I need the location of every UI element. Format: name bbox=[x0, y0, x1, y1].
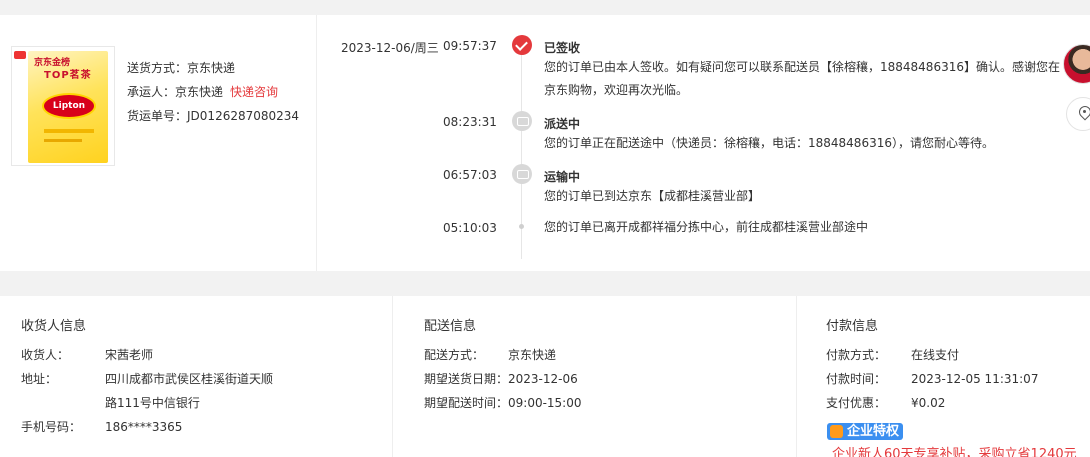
courier-consult-link[interactable]: 快递咨询 bbox=[230, 85, 278, 99]
delivery-method-label: 配送方式： bbox=[424, 348, 485, 362]
tracking-label: 货运单号： bbox=[127, 109, 188, 123]
shipping-summary: 京东金榜 TOP茗茶 Lipton 送货方式：京东快递 承运人：京东快递 快递咨询… bbox=[0, 15, 317, 271]
delivering-icon bbox=[512, 111, 532, 131]
receiver-address-line2: 路111号中信银行 bbox=[105, 396, 200, 410]
shipping-method-row: 送货方式：京东快递 bbox=[127, 56, 299, 80]
delivery-time-value: 09:00-15:00 bbox=[508, 396, 582, 410]
tracking-number: JD0126287080234 bbox=[187, 109, 300, 123]
timeline-status-title: 派送中 bbox=[544, 117, 581, 131]
tracking-row: 货运单号：JD0126287080234 bbox=[127, 104, 299, 128]
delivery-date-value: 2023-12-06 bbox=[508, 372, 578, 386]
delivery-method-value: 京东快递 bbox=[508, 348, 557, 362]
delivery-info: 配送信息 配送方式： 京东快递 期望送货日期：2023-12-06 期望配送时间：… bbox=[393, 296, 797, 457]
delivery-method-row: 配送方式： 京东快递 bbox=[424, 346, 556, 363]
payment-method-value: 在线支付 bbox=[911, 348, 960, 362]
payment-discount-label: 支付优惠： bbox=[826, 396, 887, 410]
timeline-date: 2023-12-06/周三 bbox=[341, 41, 439, 55]
receiver-phone-row: 手机号码： 186****3365 bbox=[21, 418, 182, 435]
payment-discount-row: 支付优惠： ¥0.02 bbox=[826, 394, 945, 411]
carrier-row: 承运人：京东快递 快递咨询 bbox=[127, 80, 299, 104]
payment-discount-value: ¥0.02 bbox=[911, 396, 946, 410]
timeline-time: 08:23:31 bbox=[443, 115, 497, 129]
lipton-logo: Lipton bbox=[42, 93, 96, 119]
receiver-phone-value: 186****3365 bbox=[105, 420, 183, 434]
product-image-stripe bbox=[44, 129, 94, 133]
payment-info-title: 付款信息 bbox=[826, 319, 879, 334]
shipping-panel: 京东金榜 TOP茗茶 Lipton 送货方式：京东快递 承运人：京东快递 快递咨询… bbox=[0, 15, 1090, 271]
in-transit-icon bbox=[512, 164, 532, 184]
receiver-name-row: 收货人： 宋茜老师 bbox=[21, 346, 153, 363]
timeline-time: 05:10:03 bbox=[443, 221, 497, 235]
carrier-value: 京东快递 bbox=[175, 85, 224, 99]
signed-check-icon bbox=[512, 35, 532, 55]
product-thumbnail[interactable]: 京东金榜 TOP茗茶 Lipton bbox=[11, 46, 115, 166]
timeline-status-desc: 您的订单已到达京东【成都桂溪营业部】 bbox=[544, 189, 761, 203]
timeline-status-desc: 您的订单正在配送途中（快递员：徐榕穰，电话：18848486316），请您耐心等… bbox=[544, 136, 994, 150]
timeline-status-title: 已签收 bbox=[544, 41, 581, 55]
timeline-time: 06:57:03 bbox=[443, 168, 497, 182]
delivery-time-row: 期望配送时间：09:00-15:00 bbox=[424, 394, 582, 411]
timeline-status-desc: 您的订单已离开成都祥福分拣中心，前往成都桂溪营业部途中 bbox=[544, 220, 869, 234]
shipping-method-label: 送货方式： bbox=[127, 61, 188, 75]
order-info-panel: 收货人信息 收货人： 宋茜老师 地址： 四川成都市武侯区桂溪街道天顺 路111号中信… bbox=[0, 296, 1090, 457]
receiver-phone-label: 手机号码： bbox=[21, 420, 82, 434]
payment-method-label: 付款方式： bbox=[826, 348, 887, 362]
payment-time-label: 付款时间： bbox=[826, 372, 887, 386]
timeline-time: 09:57:37 bbox=[443, 39, 497, 53]
delivery-info-title: 配送信息 bbox=[424, 319, 477, 334]
payment-time-value: 2023-12-05 11:31:07 bbox=[911, 372, 1039, 386]
receiver-info: 收货人信息 收货人： 宋茜老师 地址： 四川成都市武侯区桂溪街道天顺 路111号中信… bbox=[0, 296, 393, 457]
delivery-date-row: 期望送货日期：2023-12-06 bbox=[424, 370, 578, 387]
timeline-status-title: 运输中 bbox=[544, 170, 581, 184]
lipton-badge-icon bbox=[14, 51, 26, 59]
lipton-logo-text: Lipton bbox=[52, 101, 86, 111]
enterprise-perk-text[interactable]: 企业新人60天专享补贴，采购立省1240元 bbox=[832, 443, 1077, 457]
timeline-dot bbox=[519, 224, 524, 229]
receiver-name-label: 收货人： bbox=[21, 348, 70, 362]
enterprise-perk-badge[interactable]: 企业特权 bbox=[827, 423, 904, 440]
receiver-address-label: 地址： bbox=[21, 372, 58, 386]
payment-info: 付款信息 付款方式： 在线支付 付款时间： 2023-12-05 11:31:07 … bbox=[797, 296, 1090, 457]
carrier-label: 承运人： bbox=[127, 85, 176, 99]
receiver-address-line1: 四川成都市武侯区桂溪街道天顺 bbox=[105, 372, 274, 386]
receiver-address-row: 地址： 四川成都市武侯区桂溪街道天顺 bbox=[21, 370, 273, 387]
payment-time-row: 付款时间： 2023-12-05 11:31:07 bbox=[826, 370, 1038, 387]
receiver-name-value: 宋茜老师 bbox=[105, 348, 154, 362]
shipping-info: 送货方式：京东快递 承运人：京东快递 快递咨询 货运单号：JD0126287080… bbox=[127, 56, 299, 128]
tracking-timeline: 2023-12-06/周三 09:57:37 已签收 您的订单已由本人签收。如有… bbox=[317, 15, 1090, 271]
shipping-method-value: 京东快递 bbox=[187, 61, 236, 75]
product-image-text-2: TOP茗茶 bbox=[44, 70, 92, 81]
product-image-stripe bbox=[44, 139, 82, 142]
delivery-time-label: 期望配送时间： bbox=[424, 396, 509, 410]
payment-method-row: 付款方式： 在线支付 bbox=[826, 346, 959, 363]
receiver-info-title: 收货人信息 bbox=[21, 319, 87, 334]
timeline-status-desc: 您的订单已由本人签收。如有疑问您可以联系配送员【徐榕穰，18848486316】… bbox=[544, 60, 1060, 97]
delivery-date-label: 期望送货日期： bbox=[424, 372, 509, 386]
